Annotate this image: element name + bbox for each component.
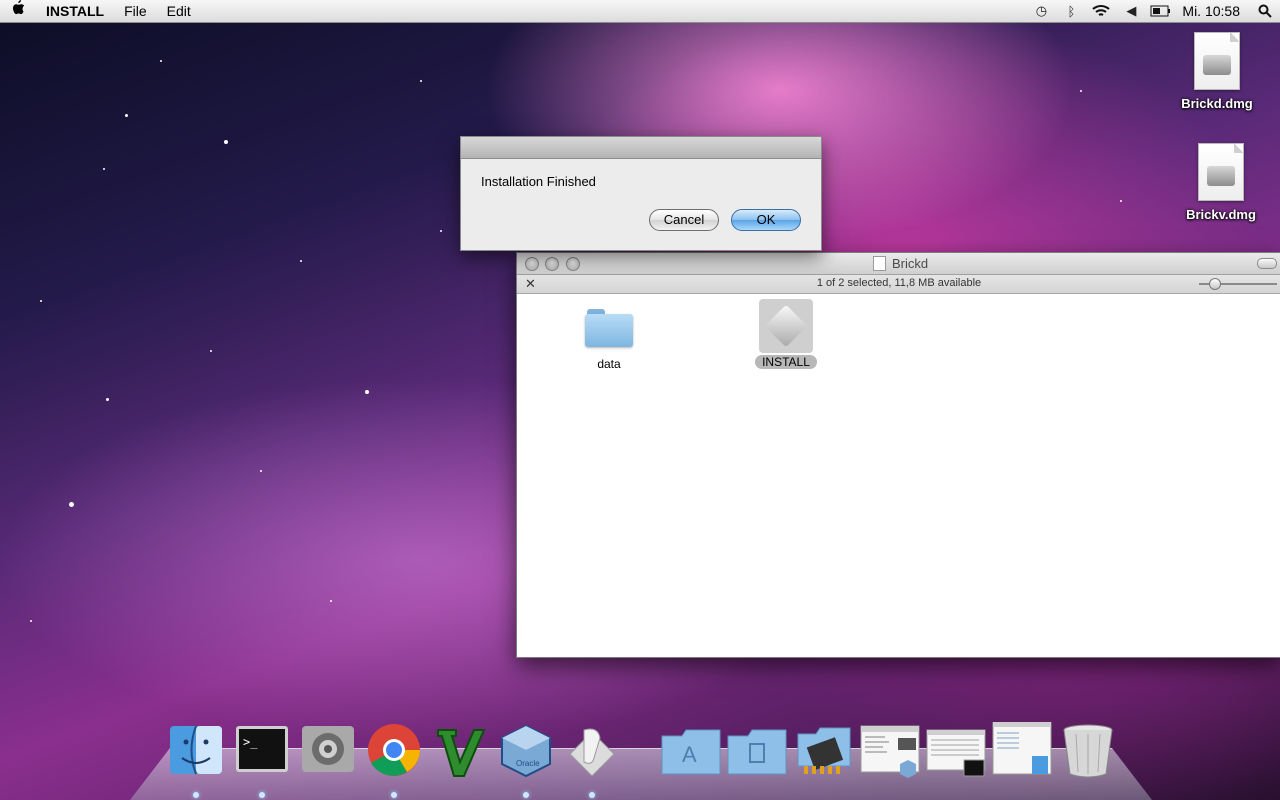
star — [160, 60, 162, 62]
svg-text:A: A — [682, 742, 697, 767]
finder-item-data[interactable]: data — [569, 309, 649, 371]
star — [365, 390, 369, 394]
brick-folder-icon[interactable] — [796, 722, 852, 778]
svg-text:Oracle: Oracle — [516, 759, 540, 768]
slider-knob[interactable] — [1209, 278, 1221, 290]
folder-icon — [585, 309, 633, 347]
vim-icon[interactable] — [432, 722, 488, 778]
running-indicator — [259, 792, 265, 798]
star — [440, 230, 442, 232]
star — [300, 260, 302, 262]
star — [125, 114, 128, 117]
running-indicator — [193, 792, 199, 798]
close-button[interactable] — [525, 257, 539, 271]
window-thumbnail-icon[interactable] — [926, 722, 986, 778]
edit-menu[interactable]: Edit — [157, 0, 201, 22]
window-thumbnail-icon[interactable] — [860, 722, 920, 778]
star — [260, 470, 262, 472]
trash-icon[interactable] — [1060, 722, 1116, 778]
terminal-icon[interactable]: >_ — [234, 722, 290, 778]
menu-extras: ◷ ᛒ ◀ Mi. 10:58 — [1026, 0, 1280, 22]
desktop-icon-label: Brickd.dmg — [1181, 96, 1253, 111]
disk-image-icon — [1194, 32, 1240, 90]
star — [103, 168, 105, 170]
running-indicator — [391, 792, 397, 798]
volume-icon[interactable]: ◀ — [1116, 0, 1146, 22]
item-label: INSTALL — [755, 355, 817, 369]
item-label: data — [597, 357, 621, 371]
bluetooth-icon[interactable]: ᛒ — [1056, 0, 1086, 22]
chrome-icon[interactable] — [366, 722, 422, 778]
window-thumbnail-icon[interactable] — [992, 721, 1052, 778]
desktop-icon-brickd-dmg[interactable]: Brickd.dmg — [1172, 32, 1262, 111]
wifi-icon[interactable] — [1086, 0, 1116, 22]
menu-bar: INSTALL File Edit ◷ ᛒ ◀ Mi. 10:58 — [0, 0, 1280, 23]
virtualbox-icon[interactable]: Oracle — [498, 722, 554, 778]
disk-image-icon — [1198, 143, 1244, 201]
minimize-button[interactable] — [545, 257, 559, 271]
star — [420, 80, 422, 82]
svg-text:>_: >_ — [243, 735, 258, 749]
alert-dialog: Installation Finished Cancel OK — [460, 136, 822, 251]
time-machine-icon[interactable]: ◷ — [1026, 0, 1056, 22]
star — [330, 600, 332, 602]
running-indicator — [589, 792, 595, 798]
cancel-button[interactable]: Cancel — [649, 209, 719, 231]
star — [69, 502, 74, 507]
status-text: 1 of 2 selected, 11,8 MB available — [816, 277, 982, 289]
zoom-button[interactable] — [566, 257, 580, 271]
ok-button[interactable]: OK — [731, 209, 801, 231]
menu-clock[interactable]: Mi. 10:58 — [1176, 3, 1250, 19]
window-title: Brickd — [873, 256, 928, 271]
desktop-icon-brickv-dmg[interactable]: Brickv.dmg — [1176, 143, 1266, 222]
star — [1080, 90, 1082, 92]
finder-title-bar[interactable]: Brickd — [517, 253, 1280, 275]
document-icon — [873, 256, 886, 271]
applications-folder-icon[interactable]: A — [660, 722, 721, 778]
finder-window: Brickd ✕ 1 of 2 selected, 11,8 MB availa… — [516, 252, 1280, 658]
window-title-text: Brickd — [892, 256, 929, 271]
battery-icon[interactable] — [1146, 0, 1176, 22]
star — [106, 398, 109, 401]
finder-item-install[interactable]: INSTALL — [746, 299, 826, 369]
app-menu-install[interactable]: INSTALL — [36, 0, 114, 22]
star — [30, 620, 32, 622]
star — [1120, 200, 1122, 202]
script-editor-icon[interactable] — [564, 722, 620, 778]
finder-icon[interactable] — [168, 722, 224, 778]
star — [210, 350, 212, 352]
installer-script-icon — [759, 299, 813, 353]
desktop-icon-label: Brickv.dmg — [1186, 207, 1256, 222]
star — [224, 140, 228, 144]
documents-folder-icon[interactable] — [726, 722, 787, 778]
spotlight-search-icon[interactable] — [1250, 0, 1280, 22]
file-menu[interactable]: File — [114, 0, 157, 22]
finder-status-bar: ✕ 1 of 2 selected, 11,8 MB available — [517, 275, 1280, 294]
apple-menu-icon[interactable] — [0, 0, 36, 23]
desktop: INSTALL File Edit ◷ ᛒ ◀ Mi. 10:58 Brickd… — [0, 0, 1280, 800]
alert-title-bar[interactable] — [461, 137, 821, 159]
star — [40, 300, 42, 302]
running-indicator — [523, 792, 529, 798]
alert-message: Installation Finished — [481, 174, 596, 189]
system-preferences-icon[interactable] — [300, 722, 356, 778]
icon-size-slider[interactable] — [1199, 278, 1277, 290]
toolbar-toggle-button[interactable] — [1257, 258, 1277, 269]
